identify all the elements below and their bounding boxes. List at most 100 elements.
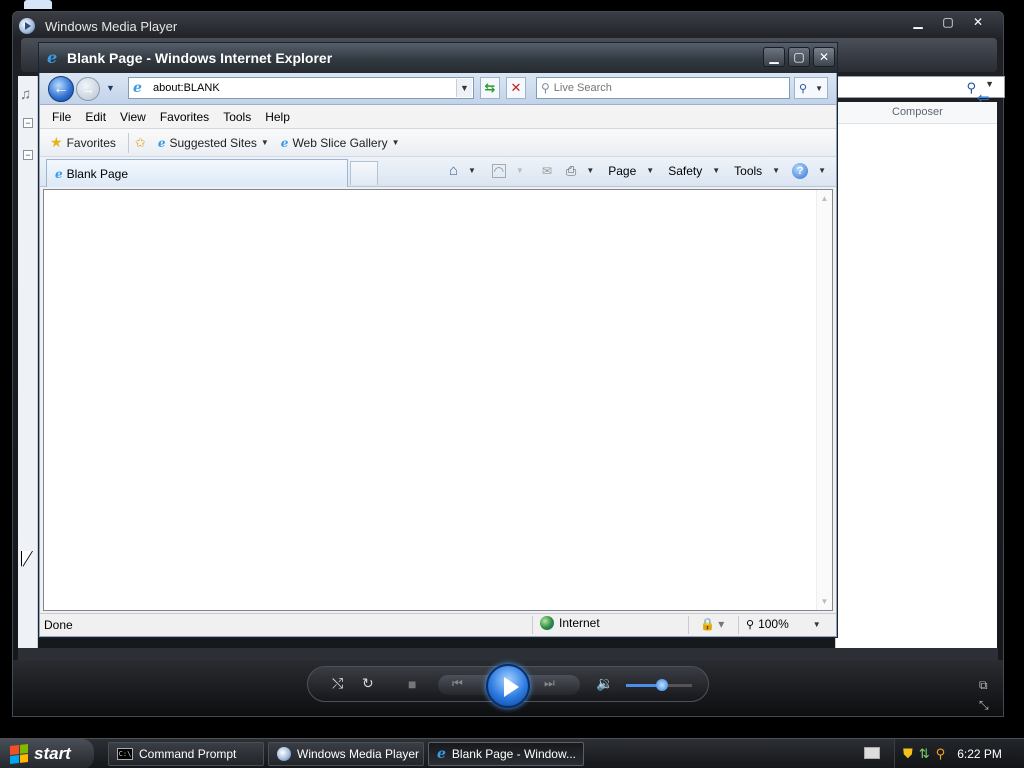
ie-page-icon: e xyxy=(157,135,166,150)
forward-button[interactable]: → xyxy=(76,77,100,101)
search-box[interactable]: ⚲ xyxy=(536,77,790,99)
menu-favorites[interactable]: Favorites xyxy=(160,110,209,124)
status-bar: Done Internet 🔒 ▾ ⚲ 100% ▼ xyxy=(40,613,836,635)
wmp-maximize-button[interactable]: ▢ xyxy=(937,14,959,30)
chevron-down-icon[interactable]: ▼ xyxy=(813,620,821,629)
stop-button[interactable]: ✕ xyxy=(506,77,526,99)
web-slice-gallery-link[interactable]: Web Slice Gallery xyxy=(292,136,387,150)
volume-icon[interactable]: 🔉 xyxy=(596,675,613,692)
security-zone[interactable]: Internet xyxy=(540,616,600,630)
menu-help[interactable]: Help xyxy=(265,110,290,124)
ie-page-icon: e xyxy=(55,166,63,181)
new-tab-button[interactable] xyxy=(350,161,378,185)
chevron-down-icon[interactable]: ▼ xyxy=(818,166,826,175)
ie-icon: e xyxy=(437,746,446,762)
taskbar-item-internet-explorer[interactable]: e Blank Page - Window... xyxy=(428,742,584,766)
clock[interactable]: 6:22 PM xyxy=(957,747,1002,761)
shield-icon[interactable]: ⛊ xyxy=(903,746,913,762)
previous-icon[interactable]: ⏮ xyxy=(452,676,463,691)
menu-bar: File Edit View Favorites Tools Help xyxy=(40,105,836,129)
chevron-down-icon[interactable]: ▼ xyxy=(586,166,594,175)
column-header-composer[interactable]: Composer xyxy=(836,102,997,124)
wmp-close-button[interactable]: ✕ xyxy=(967,14,989,30)
music-icon[interactable]: ♫ xyxy=(20,86,31,103)
address-dropdown-icon[interactable]: ▼ xyxy=(456,79,472,97)
wmp-title-bar: Windows Media Player xyxy=(19,16,177,36)
page-content[interactable]: ▲ ▼ xyxy=(43,189,833,611)
print-icon[interactable]: ⎙ xyxy=(566,163,576,179)
shuffle-icon[interactable]: ⤭ xyxy=(332,675,343,692)
home-icon[interactable]: ⌂ xyxy=(449,162,458,179)
protected-mode-icon[interactable]: 🔒 ▾ xyxy=(700,617,724,631)
mail-icon[interactable]: ✉ xyxy=(542,164,552,178)
page-icon: e xyxy=(133,80,142,96)
star-icon: ★ xyxy=(50,134,63,150)
tools-menu[interactable]: Tools xyxy=(734,164,762,178)
full-screen-icon[interactable]: ⤡ xyxy=(979,698,989,713)
globe-icon xyxy=(540,616,554,630)
chevron-down-icon[interactable]: ▼ xyxy=(261,138,269,147)
scroll-up-icon[interactable]: ▲ xyxy=(819,194,830,203)
search-options-icon[interactable]: ▼ xyxy=(815,84,823,93)
collapse-icon[interactable]: − xyxy=(23,150,33,160)
menu-file[interactable]: File xyxy=(52,110,71,124)
page-menu[interactable]: Page xyxy=(608,164,636,178)
address-input[interactable] xyxy=(153,82,453,94)
back-button[interactable]: ← xyxy=(48,76,74,102)
ie-page-icon: e xyxy=(280,135,289,150)
taskbar-item-command-prompt[interactable]: C:\ Command Prompt xyxy=(108,742,264,766)
stop-icon[interactable]: ■ xyxy=(408,676,416,692)
menu-view[interactable]: View xyxy=(120,110,146,124)
chevron-down-icon[interactable]: ▼ xyxy=(772,166,780,175)
play-button[interactable] xyxy=(486,664,530,708)
desktop-icon-fragment xyxy=(24,0,52,9)
chevron-down-icon[interactable]: ▼ xyxy=(712,166,720,175)
search-icon[interactable]: ⚲ xyxy=(936,746,946,762)
taskbar: start C:\ Command Prompt Windows Media P… xyxy=(0,738,1024,768)
keyboard-icon[interactable] xyxy=(864,747,880,759)
ie-window-controls: ▁ ▢ ✕ xyxy=(763,47,835,67)
feeds-icon[interactable]: ◠ xyxy=(491,163,506,178)
vertical-scrollbar[interactable]: ▲ ▼ xyxy=(816,190,832,610)
divider xyxy=(688,616,689,634)
volume-slider-knob[interactable] xyxy=(656,679,668,691)
chevron-down-icon[interactable]: ▼ xyxy=(392,138,400,147)
add-to-favorites-bar-icon[interactable]: ✩ xyxy=(135,135,146,151)
refresh-button[interactable]: ⇆ xyxy=(480,77,500,99)
ie-maximize-button[interactable]: ▢ xyxy=(788,47,810,67)
search-input[interactable] xyxy=(553,82,774,94)
wmp-minimize-button[interactable]: ▁ xyxy=(907,14,929,30)
search-icon[interactable]: ⚲ xyxy=(966,80,976,96)
chevron-down-icon[interactable]: ▼ xyxy=(985,79,994,89)
ie-close-button[interactable]: ✕ xyxy=(813,47,835,67)
chevron-down-icon[interactable]: ▼ xyxy=(516,166,524,175)
repeat-icon[interactable]: ↻ xyxy=(362,675,374,692)
start-button[interactable]: start xyxy=(0,739,94,768)
favorites-button[interactable]: ★ Favorites xyxy=(50,134,116,151)
switch-to-skin-icon[interactable]: ⧉ xyxy=(979,678,988,693)
scroll-down-icon[interactable]: ▼ xyxy=(819,597,830,606)
suggested-sites-link[interactable]: Suggested Sites xyxy=(169,136,256,150)
divider xyxy=(738,616,739,634)
ie-window: e Blank Page - Windows Internet Explorer… xyxy=(38,42,838,638)
ie-logo-icon: e xyxy=(47,48,58,67)
zoom-control[interactable]: ⚲ 100% ▼ xyxy=(746,617,821,631)
next-icon[interactable]: ⏭ xyxy=(544,676,555,691)
search-go-icon[interactable]: ⚲ xyxy=(799,82,807,95)
collapse-icon[interactable]: − xyxy=(23,118,33,128)
safety-menu[interactable]: Safety xyxy=(668,164,702,178)
chevron-down-icon[interactable]: ▼ xyxy=(468,166,476,175)
chevron-down-icon[interactable]: ▼ xyxy=(646,166,654,175)
search-button[interactable]: ⚲ ▼ xyxy=(794,77,828,99)
network-icon[interactable]: ⇅ xyxy=(919,746,930,762)
taskbar-item-windows-media-player[interactable]: Windows Media Player xyxy=(268,742,424,766)
start-label: start xyxy=(34,744,71,763)
address-bar[interactable]: e ▼ xyxy=(128,77,474,99)
tab-blank-page[interactable]: e Blank Page xyxy=(46,159,348,187)
menu-edit[interactable]: Edit xyxy=(85,110,106,124)
recent-pages-dropdown[interactable]: ▼ xyxy=(106,83,115,93)
menu-tools[interactable]: Tools xyxy=(223,110,251,124)
ie-minimize-button[interactable]: ▁ xyxy=(763,47,785,67)
help-icon[interactable]: ? xyxy=(792,162,809,179)
divider xyxy=(127,132,129,153)
